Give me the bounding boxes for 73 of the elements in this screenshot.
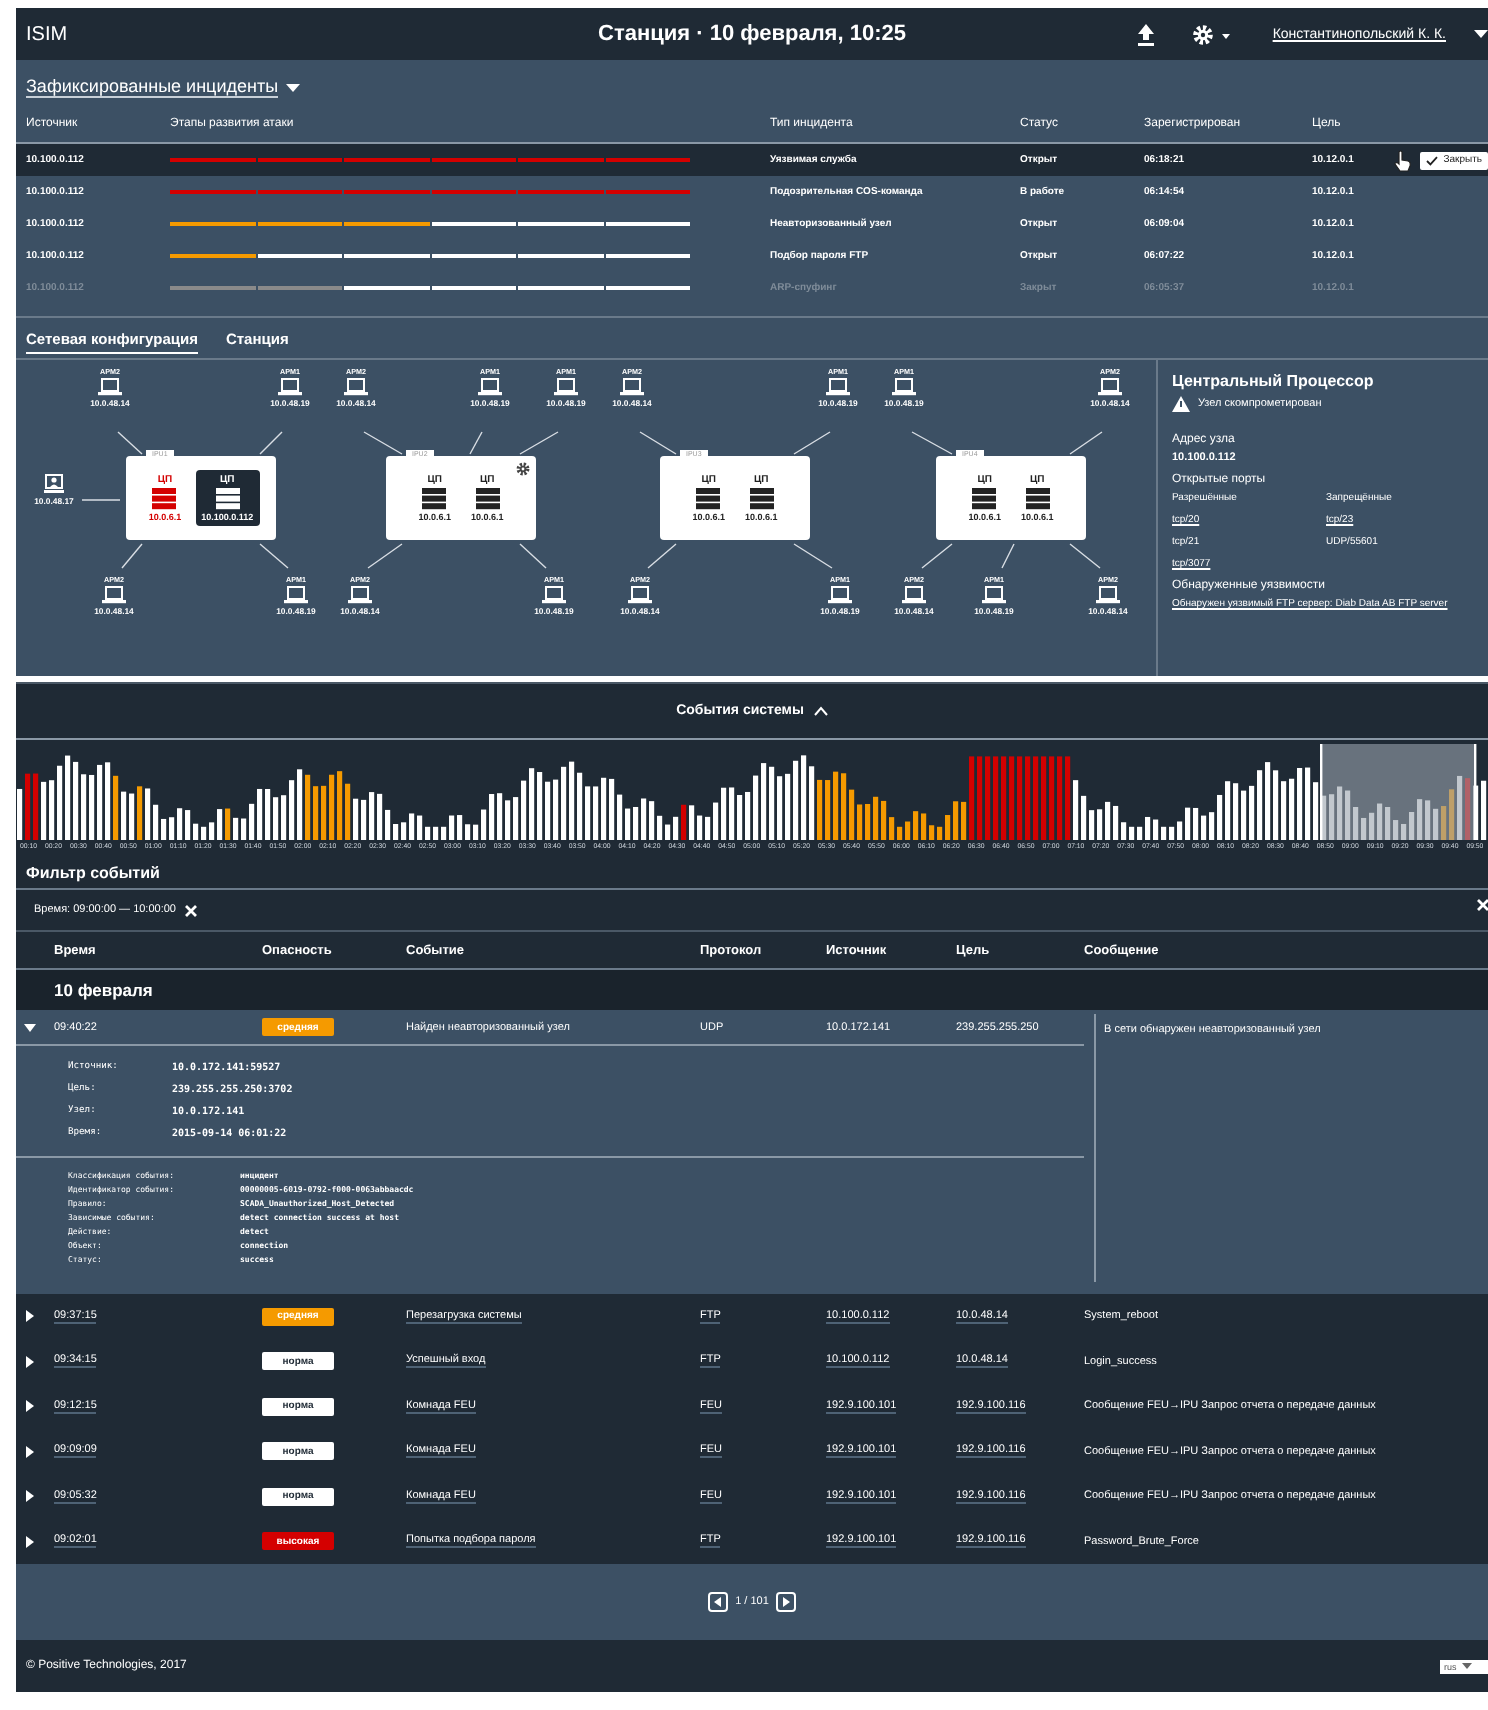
expand-caret-icon[interactable] bbox=[24, 1445, 36, 1458]
expand-caret-icon[interactable] bbox=[24, 1355, 36, 1368]
laptop-icon[interactable] bbox=[982, 586, 1006, 604]
connection-line bbox=[911, 431, 953, 455]
settings-icon[interactable] bbox=[1192, 23, 1233, 45]
laptop-icon[interactable] bbox=[1098, 378, 1122, 396]
laptop-icon[interactable] bbox=[478, 378, 502, 396]
connection-line bbox=[259, 543, 289, 569]
laptop-icon[interactable] bbox=[1096, 586, 1120, 604]
connection-line bbox=[1001, 543, 1015, 569]
chevron-up-icon[interactable] bbox=[813, 706, 828, 716]
server-icon bbox=[422, 488, 447, 510]
operator-station-icon bbox=[44, 474, 64, 494]
caret-icon[interactable] bbox=[1474, 28, 1488, 40]
connection-line bbox=[121, 543, 143, 569]
expand-caret-icon[interactable] bbox=[24, 1535, 36, 1548]
connection-line bbox=[117, 431, 143, 455]
histogram-drawing[interactable] bbox=[16, 744, 1488, 840]
previous-page-icon[interactable] bbox=[707, 1592, 728, 1612]
connection-line bbox=[793, 543, 833, 569]
close-icon[interactable] bbox=[183, 903, 198, 917]
server-icon bbox=[475, 488, 500, 510]
connection-line bbox=[363, 431, 403, 455]
upload-icon[interactable] bbox=[1136, 23, 1157, 45]
expand-caret-icon[interactable] bbox=[24, 1400, 36, 1413]
laptop-icon[interactable] bbox=[284, 586, 308, 604]
check-icon bbox=[1425, 155, 1438, 165]
expand-caret-icon[interactable] bbox=[24, 1310, 36, 1323]
laptop-icon[interactable] bbox=[902, 586, 926, 604]
laptop-icon[interactable] bbox=[620, 378, 644, 396]
connection-line bbox=[367, 543, 403, 569]
laptop-icon[interactable] bbox=[102, 586, 126, 604]
connection-line bbox=[469, 431, 483, 455]
connection-line bbox=[1069, 431, 1103, 455]
connection-line bbox=[639, 431, 677, 455]
connection-line bbox=[793, 431, 831, 455]
connection-line bbox=[1069, 543, 1101, 569]
server-icon bbox=[215, 488, 240, 510]
connection-line bbox=[81, 499, 121, 501]
server-icon bbox=[152, 488, 177, 510]
laptop-icon[interactable] bbox=[348, 586, 372, 604]
laptop-icon[interactable] bbox=[892, 378, 916, 396]
connection-line bbox=[647, 543, 677, 569]
laptop-icon[interactable] bbox=[344, 378, 368, 396]
settings-icon[interactable] bbox=[516, 462, 530, 476]
server-icon bbox=[972, 488, 997, 510]
laptop-icon[interactable] bbox=[554, 378, 578, 396]
next-page-icon[interactable] bbox=[776, 1592, 797, 1612]
section-title[interactable]: Зафиксированные инциденты bbox=[26, 76, 279, 98]
laptop-icon[interactable] bbox=[98, 378, 122, 396]
connection-line bbox=[921, 543, 953, 569]
server-icon bbox=[1025, 488, 1050, 510]
warning-icon bbox=[1172, 396, 1190, 412]
server-icon bbox=[749, 488, 774, 510]
hand-cursor-icon bbox=[1393, 149, 1412, 171]
section-title: Фильтр событий bbox=[26, 863, 160, 881]
laptop-icon[interactable] bbox=[542, 586, 566, 604]
app-logo: ISIM bbox=[24, 23, 68, 45]
collapse-caret-icon[interactable] bbox=[24, 1021, 36, 1033]
laptop-icon[interactable] bbox=[828, 586, 852, 604]
connection-line bbox=[259, 431, 283, 455]
close-icon[interactable] bbox=[1476, 898, 1488, 912]
laptop-icon[interactable] bbox=[826, 378, 850, 396]
panel-title: Центральный Процессор bbox=[1172, 372, 1376, 390]
caret-icon[interactable] bbox=[286, 81, 301, 93]
page-title: Станция · 10 февраля, 10:25 bbox=[598, 22, 906, 46]
server-icon bbox=[696, 488, 721, 510]
connection-line bbox=[519, 431, 559, 455]
connection-line bbox=[519, 543, 547, 569]
date-heading: 10 февраля bbox=[54, 980, 153, 1000]
laptop-icon[interactable] bbox=[278, 378, 302, 396]
laptop-icon[interactable] bbox=[628, 586, 652, 604]
expand-caret-icon[interactable] bbox=[24, 1490, 36, 1503]
